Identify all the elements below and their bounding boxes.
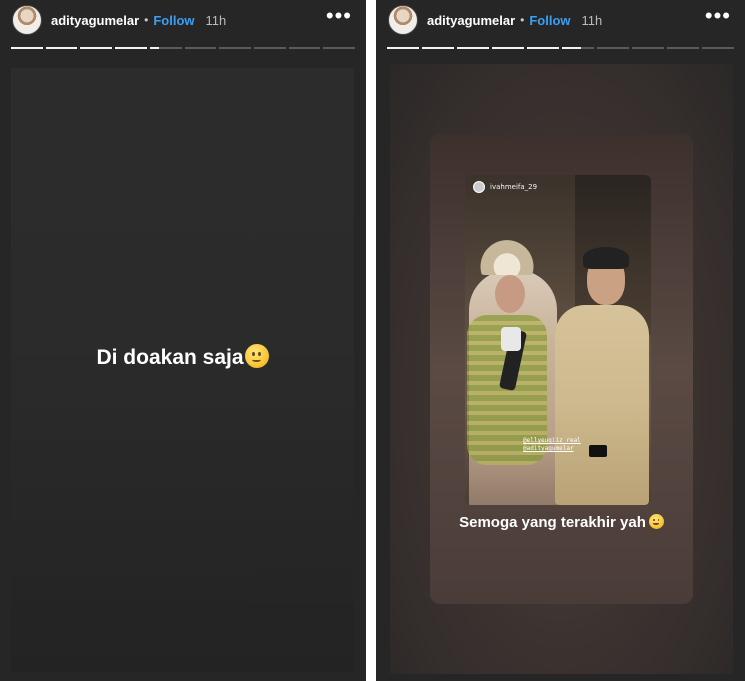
microphone-head xyxy=(501,327,521,351)
story-header: adityagumelar • Follow 11h ••• xyxy=(376,0,745,40)
progress-segment xyxy=(667,47,699,49)
smiling-face-icon xyxy=(648,514,664,530)
progress-fill xyxy=(527,47,559,49)
wedding-photo: ivahmeifa_29 @ellyeugiiz_real @adityagum… xyxy=(465,175,651,505)
source-account-tag[interactable]: ivahmeifa_29 xyxy=(473,181,537,193)
progress-segment xyxy=(45,47,78,49)
progress-fill xyxy=(80,47,113,49)
progress-segment xyxy=(527,47,559,49)
story-right[interactable]: adityagumelar • Follow 11h ••• ivahmeifa… xyxy=(376,0,745,681)
progress-fill xyxy=(115,47,147,49)
groom-figure xyxy=(555,305,649,505)
profile-avatar[interactable] xyxy=(388,5,418,35)
progress-fill xyxy=(387,47,419,49)
separator-dot: • xyxy=(144,13,149,27)
progress-fill xyxy=(422,47,454,49)
progress-segment xyxy=(149,47,182,49)
progress-fill xyxy=(457,47,489,49)
progress-segment xyxy=(562,47,594,49)
username[interactable]: adityagumelar xyxy=(427,13,515,28)
story-header: adityagumelar • Follow 11h ••• xyxy=(0,0,366,40)
story-progress-bar xyxy=(387,47,734,50)
progress-segment xyxy=(387,47,419,49)
progress-segment xyxy=(597,47,629,49)
progress-segment xyxy=(702,47,734,49)
progress-segment xyxy=(632,47,664,49)
timestamp: 11h xyxy=(581,12,603,28)
smiling-face-icon xyxy=(244,344,269,369)
mention-tags[interactable]: @ellyeugiiz_real @adityagumelar xyxy=(523,437,581,453)
story-content[interactable]: Di doakan saja xyxy=(11,68,354,672)
progress-fill xyxy=(11,47,43,49)
progress-segment xyxy=(422,47,454,49)
story-content[interactable]: ivahmeifa_29 @ellyeugiiz_real @adityagum… xyxy=(390,64,733,674)
source-avatar xyxy=(473,181,485,193)
progress-fill xyxy=(149,47,160,49)
profile-avatar[interactable] xyxy=(12,5,42,35)
source-account-name: ivahmeifa_29 xyxy=(490,183,538,191)
username[interactable]: adityagumelar xyxy=(51,13,139,28)
follow-button[interactable]: Follow xyxy=(153,13,194,28)
progress-segment xyxy=(253,47,286,49)
story-caption: Di doakan saja xyxy=(11,344,354,370)
caption-text: Semoga yang terakhir yah xyxy=(459,514,646,531)
separator-dot: • xyxy=(520,13,525,27)
mention-tag[interactable]: @ellyeugiiz_real xyxy=(523,437,581,445)
mention-tag[interactable]: @adityagumelar xyxy=(523,445,581,453)
story-caption: Semoga yang terakhir yah xyxy=(430,514,693,531)
story-progress-bar xyxy=(11,47,356,50)
bride-face xyxy=(495,275,525,313)
progress-fill xyxy=(45,47,78,49)
timestamp: 11h xyxy=(205,12,227,28)
reposted-story-card[interactable]: ivahmeifa_29 @ellyeugiiz_real @adityagum… xyxy=(430,134,693,604)
story-left[interactable]: adityagumelar • Follow 11h ••• Di doakan… xyxy=(0,0,366,681)
progress-segment xyxy=(219,47,251,49)
more-options-icon[interactable]: ••• xyxy=(705,5,731,27)
groom-hair xyxy=(583,247,629,269)
progress-segment xyxy=(457,47,489,49)
caption-text: Di doakan saja xyxy=(96,346,244,369)
follow-button[interactable]: Follow xyxy=(529,13,570,28)
progress-segment xyxy=(323,47,356,49)
progress-segment xyxy=(11,47,43,49)
more-options-icon[interactable]: ••• xyxy=(326,5,352,27)
progress-segment xyxy=(288,47,321,49)
progress-segment xyxy=(184,47,217,49)
progress-segment xyxy=(80,47,113,49)
progress-fill xyxy=(492,47,524,49)
progress-segment xyxy=(115,47,147,49)
progress-segment xyxy=(492,47,524,49)
story-divider xyxy=(366,0,376,681)
progress-fill xyxy=(562,47,582,49)
phone-in-hand xyxy=(589,445,607,457)
bridal-crown xyxy=(479,233,535,275)
